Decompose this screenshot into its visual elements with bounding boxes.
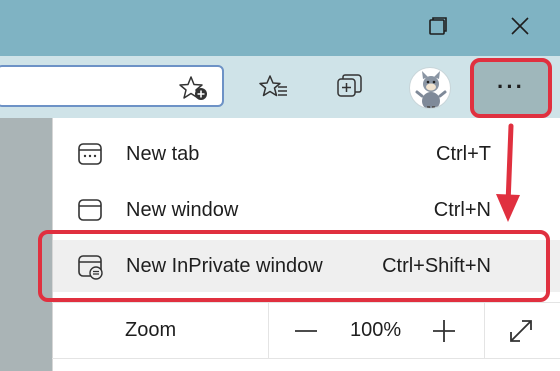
annotation-arrow (496, 123, 520, 222)
